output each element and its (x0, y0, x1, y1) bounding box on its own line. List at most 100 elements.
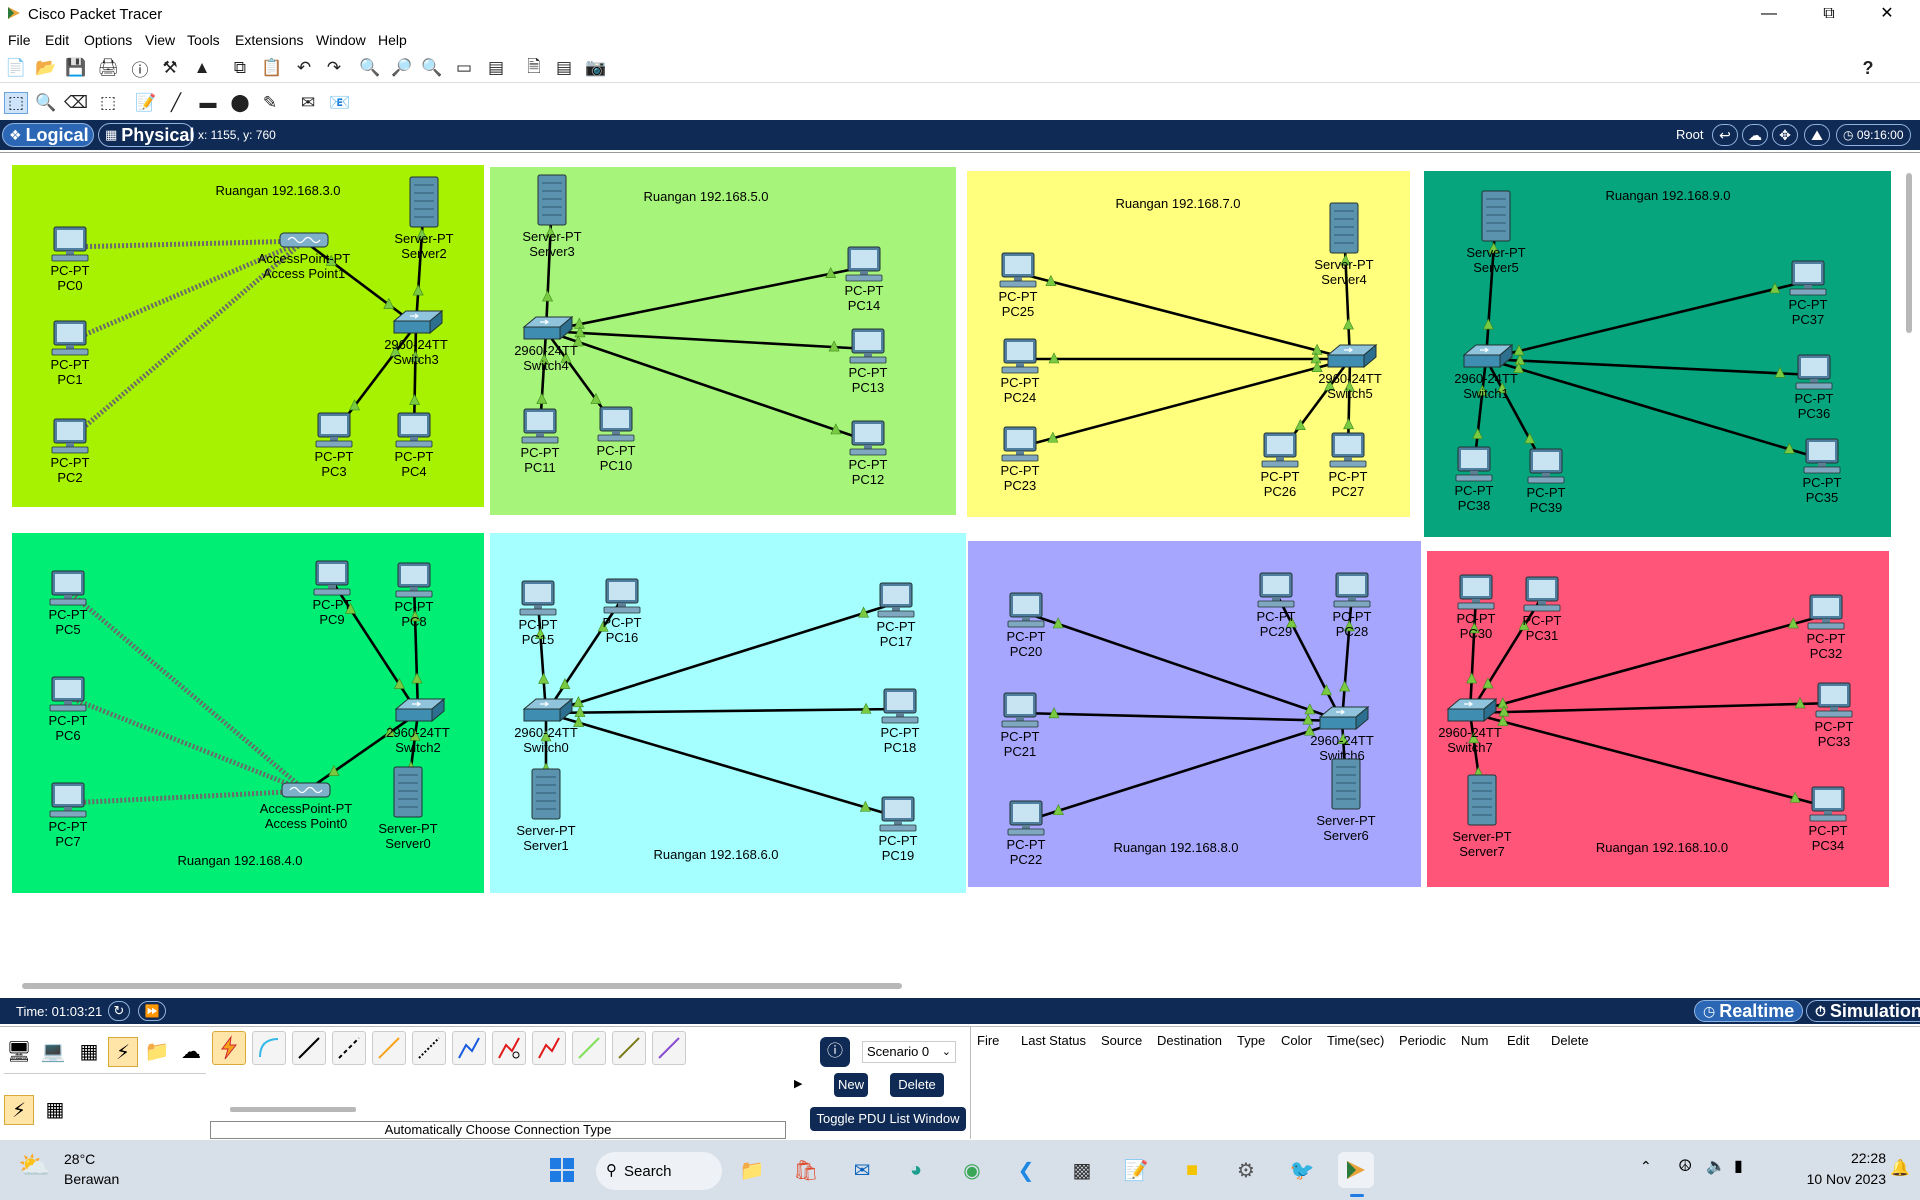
server-icon[interactable] (1467, 774, 1497, 826)
pc-icon[interactable] (1001, 692, 1039, 728)
pc-icon[interactable] (1807, 594, 1845, 630)
vscode-icon[interactable]: ❮ (1008, 1152, 1044, 1188)
network-wizard-icon[interactable]: ⚒ (158, 57, 182, 79)
redo-icon[interactable]: ↷ (322, 57, 346, 79)
pc-icon[interactable] (1001, 338, 1039, 374)
help-icon[interactable]: ? (1856, 57, 1880, 79)
pc-icon[interactable] (313, 560, 351, 596)
zoom-in-icon[interactable]: 🔍 (358, 57, 382, 79)
realtime-mode-button[interactable]: ◷ Realtime (1694, 1000, 1804, 1022)
custom-device-icon[interactable]: ▤ (484, 57, 508, 79)
network-devices-icon[interactable]: 🖥 (4, 1037, 34, 1067)
access-point-icon[interactable] (279, 232, 329, 248)
terminal-icon[interactable]: ▩ (1064, 1152, 1100, 1188)
inspect-tool-icon[interactable]: 🔍 (34, 92, 58, 114)
device-pc36[interactable]: PC-PTPC36 (1795, 354, 1834, 421)
pc-icon[interactable] (1795, 354, 1833, 390)
taskbar-date[interactable]: 10 Nov 2023 (1776, 1171, 1886, 1187)
connections-category-icon[interactable]: ⚡ (108, 1037, 138, 1067)
microsoft-store-icon[interactable]: 🛍 (788, 1152, 824, 1188)
close-button[interactable]: ✕ (1864, 0, 1910, 28)
copy-icon[interactable]: ⧉ (228, 57, 252, 79)
auto-connection-icon[interactable] (212, 1031, 246, 1065)
palette-scrollbar[interactable] (230, 1107, 356, 1112)
zoom-out-icon[interactable]: 🔍 (420, 57, 444, 79)
file-explorer-icon[interactable]: 📁 (734, 1152, 770, 1188)
delete-scenario-button[interactable]: Delete (890, 1073, 944, 1097)
notification-bell-icon[interactable]: 🔔 (1890, 1158, 1910, 1178)
pc-icon[interactable] (51, 418, 89, 454)
pc-icon[interactable] (879, 796, 917, 832)
physical-view-button[interactable]: ▦ Physical (98, 123, 194, 147)
end-devices-icon[interactable]: 💻 (38, 1037, 68, 1067)
packet-tracer-taskbar-icon[interactable] (1338, 1152, 1374, 1188)
collapse-arrow-icon[interactable]: ▶ (794, 1077, 802, 1090)
menu-view[interactable]: View (145, 32, 175, 48)
volume-icon[interactable]: 🔈 (1706, 1156, 1726, 1176)
serial-dce-icon[interactable] (492, 1031, 526, 1065)
device-pc35[interactable]: PC-PTPC35 (1803, 438, 1842, 505)
device-pc10[interactable]: PC-PTPC10 (597, 406, 636, 473)
sticky-notes-icon[interactable]: ■ (1174, 1152, 1210, 1188)
pc-icon[interactable] (1333, 572, 1371, 608)
phone-cable-icon[interactable] (412, 1031, 446, 1065)
resize-shape-icon[interactable]: ⬚ (96, 92, 120, 114)
root-label[interactable]: Root (1676, 127, 1703, 142)
pc-icon[interactable] (881, 688, 919, 724)
scenario-info-icon[interactable]: ⓘ (820, 1037, 850, 1067)
scenario-select[interactable]: Scenario 0 ⌄ (862, 1041, 956, 1063)
device-pc22[interactable]: PC-PTPC22 (1007, 800, 1046, 867)
pc-icon[interactable] (395, 562, 433, 598)
device-pc20[interactable]: PC-PTPC20 (1007, 592, 1046, 659)
logical-view-button[interactable]: ❖ Logical (2, 123, 94, 147)
activity-wizard-icon[interactable]: ▲ (190, 57, 214, 79)
console-cable-icon[interactable] (252, 1031, 286, 1065)
document-icon[interactable]: 🗎 (522, 57, 546, 79)
pc-icon[interactable] (519, 580, 557, 616)
delete-tool-icon[interactable]: ⌫ (64, 92, 88, 114)
device-pc24[interactable]: PC-PTPC24 (1001, 338, 1040, 405)
device-pc39[interactable]: PC-PTPC39 (1527, 448, 1566, 515)
save-icon[interactable]: 💾 (64, 57, 88, 79)
pc-icon[interactable] (597, 406, 635, 442)
weather-text[interactable]: Berawan (64, 1171, 119, 1187)
weather-icon[interactable]: ⛅ (18, 1150, 50, 1181)
server-icon[interactable] (1481, 190, 1511, 242)
serial-dte-icon[interactable] (532, 1031, 566, 1065)
battery-icon[interactable]: ▮ (1734, 1156, 1743, 1176)
pc-icon[interactable] (1527, 448, 1565, 484)
toggle-pdu-list-button[interactable]: Toggle PDU List Window (810, 1107, 966, 1131)
device-pc21[interactable]: PC-PTPC21 (1001, 692, 1040, 759)
menu-extensions[interactable]: Extensions (235, 32, 303, 48)
pc-icon[interactable] (1329, 432, 1367, 468)
open-folder-icon[interactable]: 📂 (34, 57, 58, 79)
draw-rectangle-icon[interactable]: ▬ (196, 92, 220, 114)
minimize-button[interactable]: — (1746, 0, 1792, 28)
paste-icon[interactable]: 📋 (260, 57, 284, 79)
copper-straight-through-icon[interactable] (292, 1031, 326, 1065)
pc-icon[interactable] (877, 582, 915, 618)
pc-icon[interactable] (1007, 800, 1045, 836)
device-pc16[interactable]: PC-PTPC16 (603, 578, 642, 645)
new-scenario-button[interactable]: New (834, 1073, 868, 1097)
device-pc28[interactable]: PC-PTPC28 (1333, 572, 1372, 639)
print-icon[interactable]: 🖨 (96, 57, 120, 79)
select-tool-icon[interactable]: ⬚ (4, 92, 28, 114)
network-topology-canvas[interactable]: Ruangan 192.168.3.0 Ruangan 192.168.5.0 Ru… (0, 153, 1920, 973)
iot-custom-cable-icon[interactable] (612, 1031, 646, 1065)
pc-icon[interactable] (849, 420, 887, 456)
cluster-icon[interactable]: ☁ (1742, 124, 1768, 146)
device-pc15[interactable]: PC-PTPC15 (519, 580, 558, 647)
pc-icon[interactable] (1523, 576, 1561, 612)
device-pc12[interactable]: PC-PTPC12 (849, 420, 888, 487)
edge-icon[interactable]: ◕ (898, 1152, 934, 1188)
pc-icon[interactable] (1809, 786, 1847, 822)
server-icon[interactable] (531, 768, 561, 820)
restore-button[interactable]: ⧉ (1806, 0, 1852, 28)
server-icon[interactable] (1331, 758, 1361, 810)
notepad-icon[interactable]: 📝 (1118, 1152, 1154, 1188)
device-pc33[interactable]: PC-PTPC33 (1815, 682, 1854, 749)
connections-subcategory-icon[interactable]: ⚡ (4, 1095, 34, 1125)
screenshot-icon[interactable]: 📷 (584, 57, 608, 79)
pc-icon[interactable] (1257, 572, 1295, 608)
